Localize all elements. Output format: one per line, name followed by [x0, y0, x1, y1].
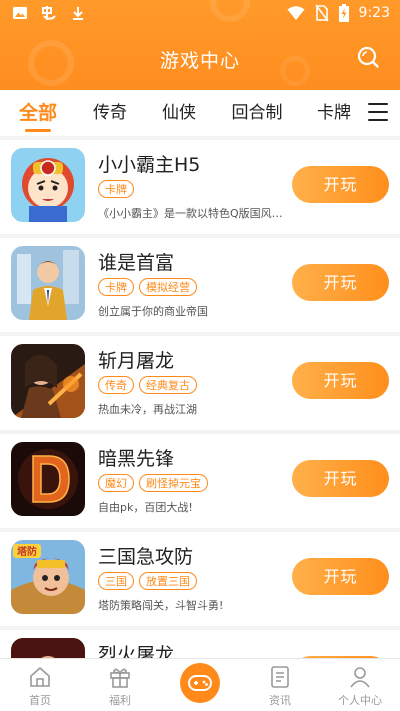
svg-text:塔防: 塔防 [17, 545, 37, 558]
game-tag: 传奇 [98, 376, 134, 394]
game-tag: 刷怪掉元宝 [139, 474, 208, 492]
list-item: 谁是首富 卡牌 模拟经营 创立属于你的商业帝国 开玩 [0, 238, 400, 332]
list-item: 塔防 三国急攻防 三国 放置三国 塔防策略闯关，斗智斗勇! 开玩 [0, 532, 400, 626]
download-icon [73, 7, 83, 20]
status-bar: 9:23 [0, 0, 400, 28]
play-button[interactable]: 开玩 [292, 558, 389, 595]
game-tag: 经典复古 [139, 376, 197, 394]
nav-news[interactable]: 资讯 [240, 659, 320, 711]
tab-legend[interactable]: 传奇 [76, 90, 144, 136]
nav-label: 首页 [29, 694, 51, 707]
game-description: 创立属于你的商业帝国 [98, 305, 208, 318]
game-description: 塔防策略闯关，斗智斗勇! [98, 599, 224, 612]
news-icon [271, 666, 289, 688]
game-name: 谁是首富 [98, 252, 175, 274]
game-thumbnail[interactable] [11, 148, 85, 222]
tab-card[interactable]: 卡牌 [300, 90, 368, 136]
game-tag: 三国 [98, 572, 134, 590]
game-tag: 魔幻 [98, 474, 134, 492]
image-icon [13, 7, 27, 19]
gift-icon [110, 668, 130, 688]
nav-game-center[interactable] [180, 663, 220, 703]
list-item: 小小霸主H5 卡牌 《小小霸主》是一款以特色Q版国风打... 开玩 [0, 140, 400, 234]
game-tag: 卡牌 [98, 180, 134, 198]
header: 9:23 游戏中心 [0, 0, 400, 90]
home-icon [30, 667, 50, 687]
nav-profile[interactable]: 个人中心 [320, 659, 400, 711]
nav-label: 个人中心 [338, 694, 382, 707]
game-description: 《小小霸主》是一款以特色Q版国风打... [98, 207, 288, 220]
play-button[interactable]: 开玩 [292, 460, 389, 497]
game-name: 小小霸主H5 [98, 154, 201, 176]
no-sim-icon [314, 4, 329, 22]
tab-turn-based[interactable]: 回合制 [214, 90, 300, 136]
search-icon[interactable] [356, 45, 380, 69]
list-item: 斩月屠龙 传奇 经典复古 热血未冷，再战江湖 开玩 [0, 336, 400, 430]
nav-home[interactable]: 首页 [0, 659, 80, 711]
gamepad-icon [188, 675, 212, 691]
battery-charging-icon [338, 4, 349, 22]
nav-label: 福利 [109, 694, 131, 707]
tab-all[interactable]: 全部 [0, 90, 76, 136]
game-thumbnail[interactable] [11, 638, 85, 658]
play-button[interactable]: 开玩 [292, 362, 389, 399]
game-thumbnail[interactable] [11, 344, 85, 418]
game-notification-icon [42, 6, 56, 20]
nav-welfare[interactable]: 福利 [80, 659, 160, 711]
game-description: 自由pk，百团大战! [98, 501, 193, 514]
menu-icon[interactable] [368, 103, 388, 121]
game-thumbnail[interactable] [11, 246, 85, 320]
game-name: 烈火屠龙 [98, 644, 175, 658]
wifi-icon [287, 6, 305, 20]
list-item: 烈火屠龙 开玩 [0, 630, 400, 658]
category-tabs: 全部 传奇 仙侠 回合制 卡牌 [0, 90, 400, 136]
page-title: 游戏中心 [159, 50, 240, 72]
game-thumbnail[interactable]: 塔防 [11, 540, 85, 614]
game-name: 三国急攻防 [98, 546, 194, 568]
game-name: 斩月屠龙 [98, 350, 175, 372]
tab-xianxia[interactable]: 仙侠 [144, 90, 214, 136]
game-description: 热血未冷，再战江湖 [98, 403, 197, 416]
game-thumbnail[interactable] [11, 442, 85, 516]
status-time: 9:23 [358, 5, 390, 21]
game-tag: 放置三国 [139, 572, 197, 590]
game-list: 小小霸主H5 卡牌 《小小霸主》是一款以特色Q版国风打... 开玩 谁是首富 卡… [0, 140, 400, 658]
game-tag: 模拟经营 [139, 278, 197, 296]
play-button[interactable]: 开玩 [292, 264, 389, 301]
nav-label: 资讯 [269, 694, 291, 707]
game-tag: 卡牌 [98, 278, 134, 296]
user-icon [350, 667, 370, 688]
list-item: 暗黑先锋 魔幻 刷怪掉元宝 自由pk，百团大战! 开玩 [0, 434, 400, 528]
play-button[interactable]: 开玩 [292, 166, 389, 203]
game-name: 暗黑先锋 [98, 448, 175, 470]
